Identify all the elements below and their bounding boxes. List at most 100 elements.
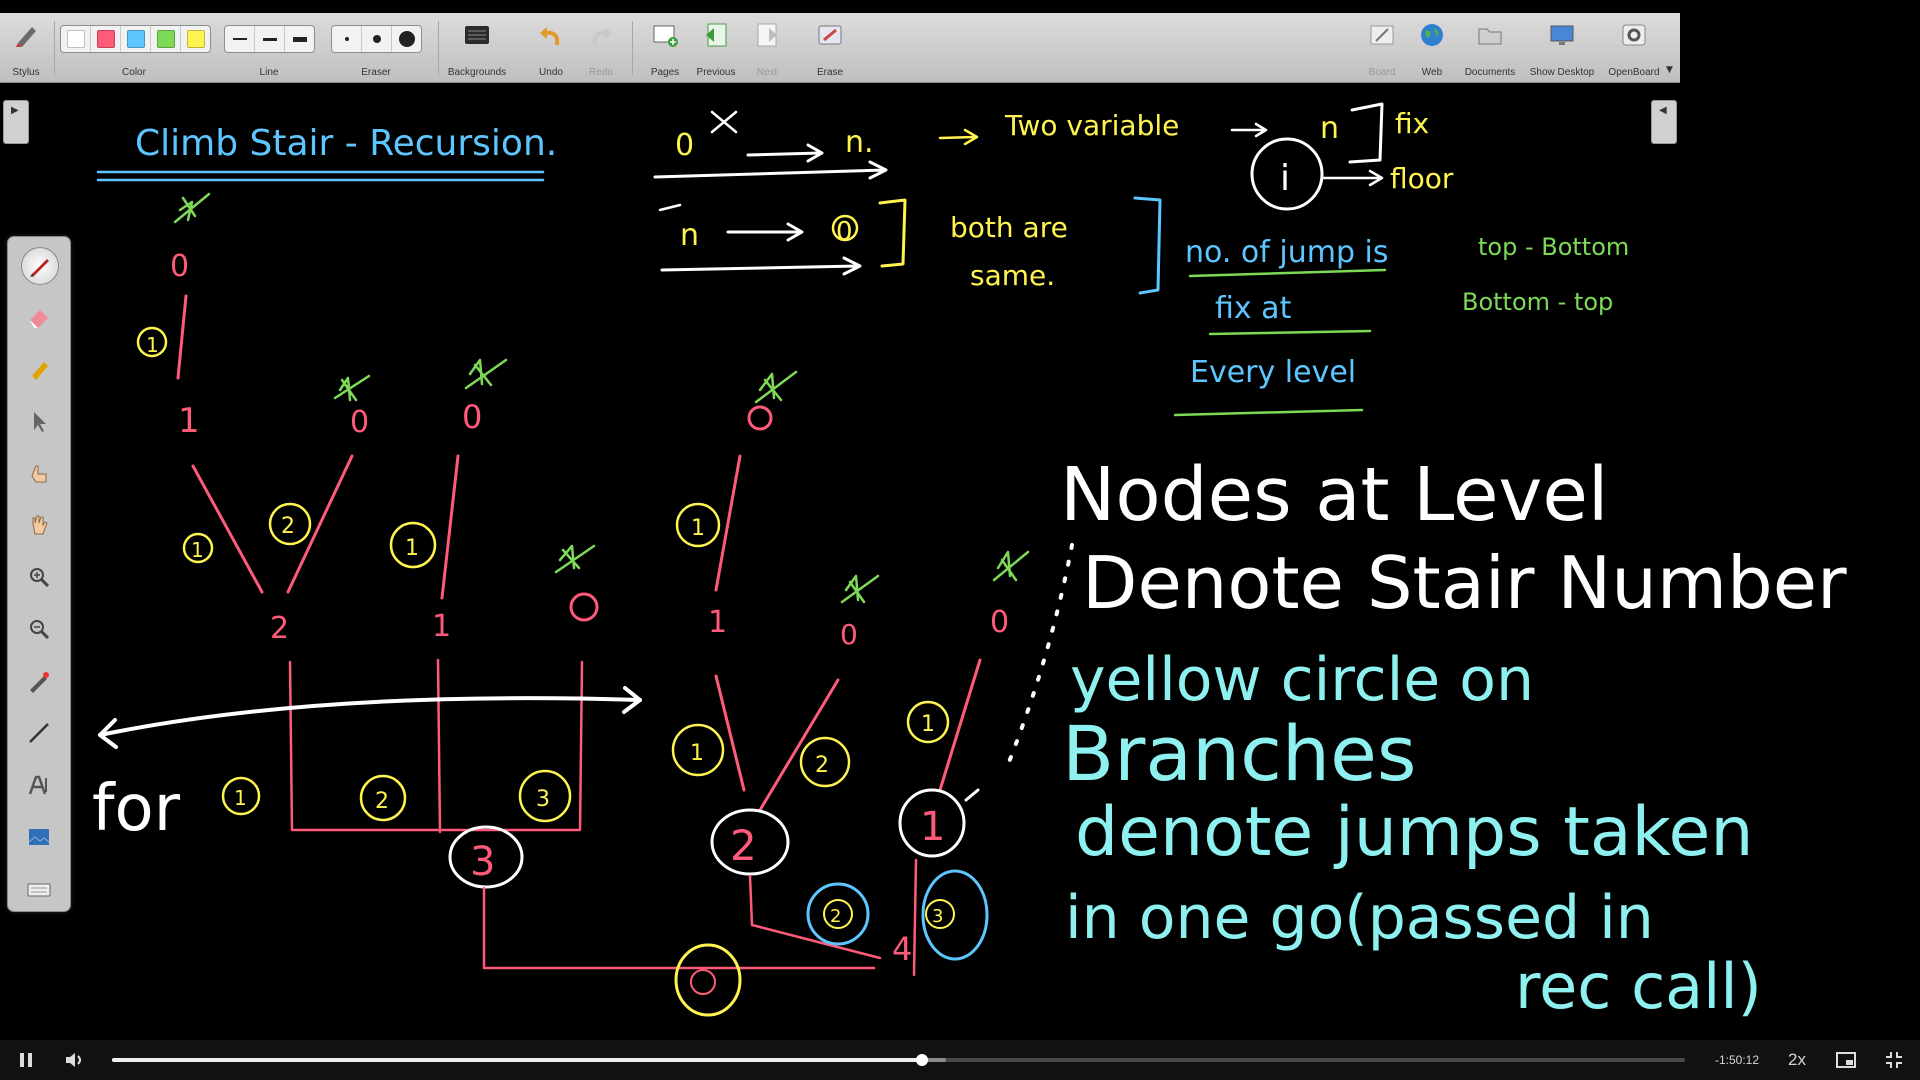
volume-button[interactable] — [62, 1048, 88, 1072]
pause-button[interactable] — [14, 1048, 38, 1072]
eraser-tool[interactable] — [21, 299, 57, 335]
pip-icon — [1836, 1052, 1856, 1068]
redo-button[interactable]: Redo — [580, 13, 622, 82]
color-white[interactable] — [61, 26, 91, 52]
interact-tool[interactable] — [21, 455, 57, 491]
stylus-icon — [16, 27, 36, 47]
svg-text:1: 1 — [691, 516, 705, 541]
arrow-right-2 — [726, 222, 804, 242]
note-top-bottom: top - Bottom — [1478, 233, 1629, 261]
svg-text:1: 1 — [432, 609, 451, 644]
pen-tool[interactable] — [21, 247, 59, 285]
tree-right-subtree: 1 1 0 0 1 2 2 1 1 2 3 4 — [671, 370, 1030, 977]
note-denote-jumps: denote jumps taken — [1075, 793, 1753, 872]
svg-text:2: 2 — [830, 906, 841, 927]
zoom-in-tool[interactable] — [21, 559, 57, 595]
chevron-down-icon[interactable]: ▼ — [1666, 65, 1673, 75]
note-bottom-top: Bottom - top — [1462, 288, 1613, 316]
documents-mode-button[interactable]: Documents — [1462, 13, 1518, 82]
color-blue-swatch — [126, 30, 145, 48]
svg-text:1: 1 — [920, 804, 945, 850]
highlighter-tool[interactable] — [21, 351, 57, 387]
zoom-out-tool[interactable] — [21, 611, 57, 647]
svg-text:2: 2 — [815, 753, 829, 778]
svg-text:2: 2 — [281, 514, 295, 539]
web-mode-button[interactable]: Web — [1414, 13, 1450, 82]
note-n: n. — [845, 125, 874, 160]
board-mode-button[interactable]: Board — [1364, 13, 1400, 82]
laser-pointer-tool[interactable] — [21, 663, 57, 699]
eraser-small[interactable] — [332, 26, 362, 52]
tree-node-3: 1 2 3 3 — [221, 658, 584, 889]
backgrounds-button[interactable]: Backgrounds — [446, 13, 508, 82]
pen-icon — [30, 259, 49, 277]
hand-tool[interactable] — [21, 507, 57, 543]
line-thin[interactable] — [225, 26, 255, 52]
eraser-medium[interactable] — [362, 26, 392, 52]
seek-handle[interactable] — [916, 1054, 929, 1066]
svg-text:1: 1 — [405, 536, 419, 561]
seek-bar[interactable] — [112, 1054, 1685, 1066]
gear-icon — [1622, 24, 1646, 46]
note-denote-stair-number: Denote Stair Number — [1082, 541, 1847, 625]
note-fix-at: fix at — [1215, 291, 1292, 326]
eraser-large[interactable] — [392, 26, 421, 52]
line-thin-icon — [232, 38, 247, 40]
keyboard-grid-icon — [465, 26, 489, 44]
text-tool[interactable] — [21, 767, 57, 803]
line-width-picker[interactable]: Line — [224, 13, 315, 82]
note-n-fix: n — [1320, 111, 1339, 146]
laser-pointer-icon — [30, 672, 49, 693]
line-tool[interactable] — [21, 715, 57, 751]
next-page-button[interactable]: Next — [747, 13, 787, 82]
line-medium[interactable] — [255, 26, 285, 52]
line-width-options — [224, 25, 315, 53]
video-player-controls: -1:50:12 2x — [0, 1040, 1920, 1080]
zoom-in-icon — [30, 568, 50, 588]
expand-left-icon: ◀ — [1659, 105, 1667, 116]
previous-page-icon — [706, 23, 727, 47]
picture-in-picture-button[interactable] — [1834, 1048, 1858, 1072]
color-picker[interactable]: Color — [60, 13, 211, 82]
svg-text:1: 1 — [921, 712, 935, 737]
hand-icon — [32, 515, 48, 535]
color-blue[interactable] — [121, 26, 151, 52]
svg-text:3: 3 — [536, 787, 550, 812]
eraser-small-icon — [344, 37, 349, 41]
board-title: Climb Stair - Recursion. — [135, 123, 557, 164]
exit-fullscreen-button[interactable] — [1882, 1048, 1906, 1072]
note-in-one-go: in one go(passed in — [1065, 883, 1654, 953]
svg-text:2: 2 — [270, 611, 289, 646]
eraser-size-picker[interactable]: Eraser — [331, 13, 422, 82]
pages-button[interactable]: Pages — [645, 13, 685, 82]
right-panel-toggle[interactable]: ◀ — [1651, 100, 1677, 144]
erase-all-button[interactable]: Erase — [810, 13, 850, 82]
undo-button[interactable]: Undo — [530, 13, 572, 82]
tree-node-0-right — [554, 544, 599, 622]
color-yellow[interactable] — [181, 26, 210, 52]
openboard-menu-button[interactable]: OpenBoard — [1606, 13, 1662, 82]
note-every-level: Every level — [1190, 355, 1356, 390]
svg-text:2: 2 — [730, 821, 757, 870]
note-branches: Branches — [1062, 709, 1416, 798]
stylus-button[interactable]: Stylus — [6, 13, 46, 82]
playback-speed-button[interactable]: 2x — [1782, 1048, 1812, 1072]
line-icon — [29, 723, 49, 743]
time-remaining: -1:50:12 — [1714, 1053, 1760, 1067]
previous-page-button[interactable]: Previous — [694, 13, 738, 82]
whiteboard-canvas[interactable]: Climb Stair - Recursion. 0 n. Two variab… — [0, 0, 1920, 1040]
virtual-keyboard-tool[interactable] — [21, 871, 57, 907]
show-desktop-button[interactable]: Show Desktop — [1526, 13, 1598, 82]
capture-tool[interactable] — [21, 819, 57, 855]
color-green[interactable] — [151, 26, 181, 52]
svg-text:0: 0 — [170, 249, 189, 284]
color-red[interactable] — [91, 26, 121, 52]
globe-icon — [1421, 24, 1443, 46]
color-green-swatch — [156, 30, 175, 48]
left-panel-toggle[interactable]: ▶ — [3, 100, 29, 144]
line-thick[interactable] — [285, 26, 314, 52]
text-icon — [28, 775, 47, 795]
note-yellow-circle: yellow circle on — [1070, 645, 1534, 715]
arrow-long-2 — [660, 256, 862, 276]
select-tool[interactable] — [21, 403, 57, 439]
